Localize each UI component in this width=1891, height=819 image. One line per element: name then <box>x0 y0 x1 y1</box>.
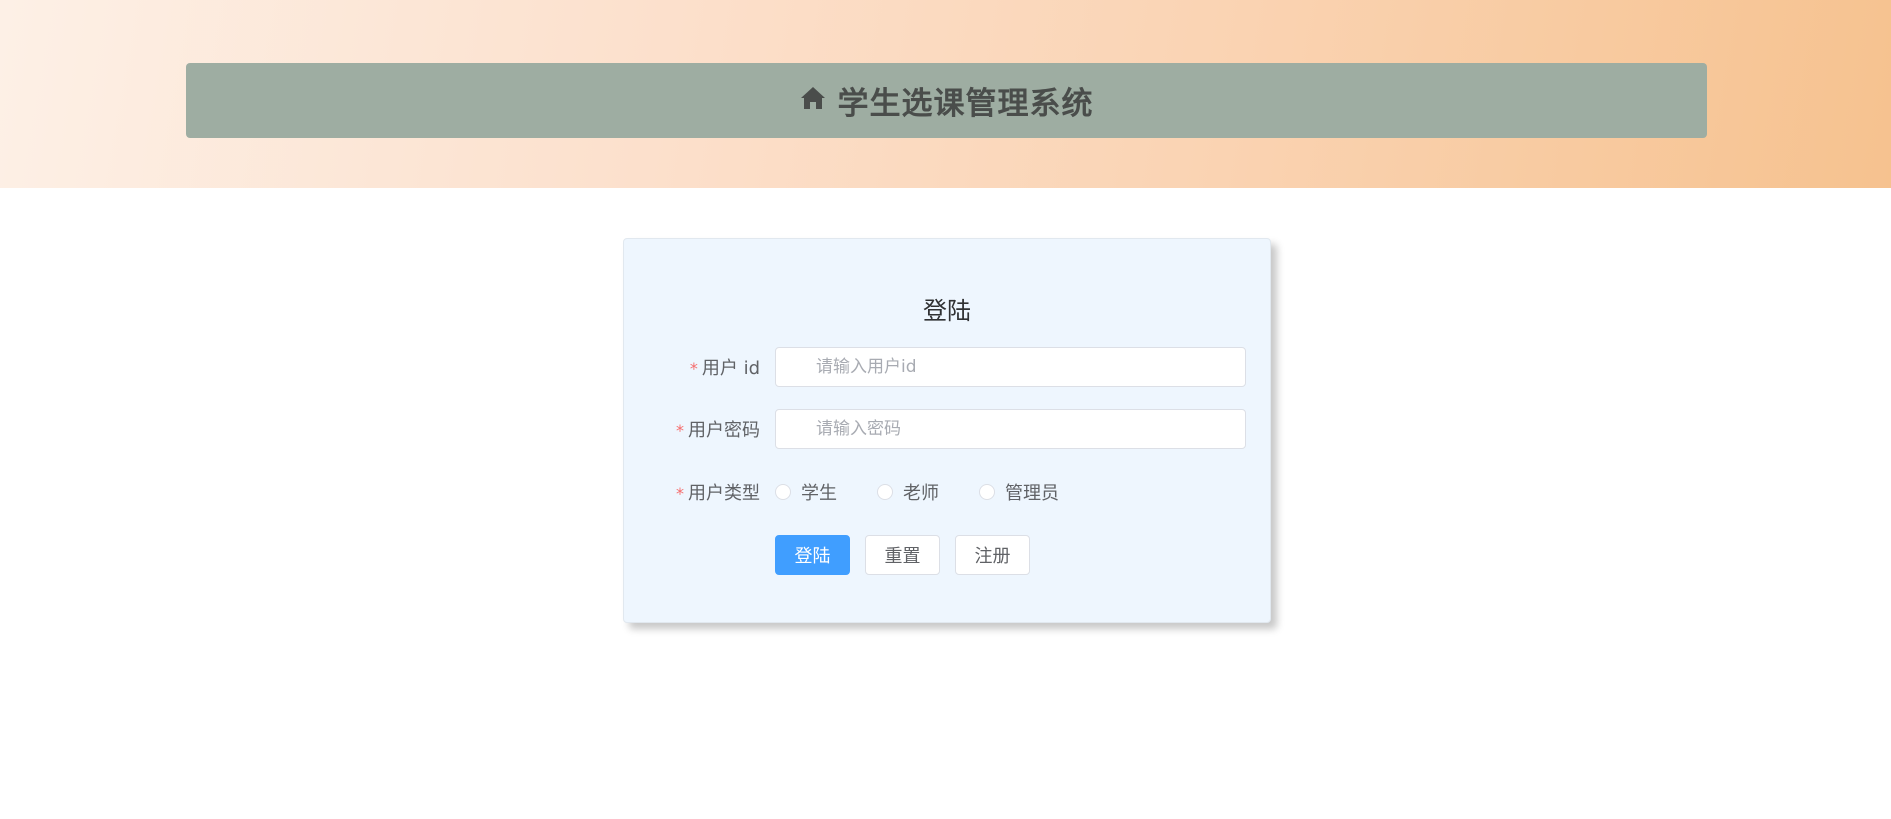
radio-admin[interactable]: 管理员 <box>979 479 1059 505</box>
user-id-label-text: 用户 id <box>701 358 760 379</box>
password-label: * 用户密码 <box>624 416 775 442</box>
user-id-label: * 用户 id <box>624 354 775 380</box>
user-type-row: * 用户类型 学生 老师 管理员 <box>624 472 1272 512</box>
radio-label-student: 学生 <box>801 483 837 504</box>
app-title: 学生选课管理系统 <box>837 86 1094 122</box>
radio-student[interactable]: 学生 <box>775 479 837 505</box>
radio-label-admin: 管理员 <box>1005 483 1059 504</box>
reset-button[interactable]: 重置 <box>865 535 940 575</box>
register-button[interactable]: 注册 <box>955 535 1030 575</box>
home-icon <box>800 85 826 111</box>
radio-circle-admin[interactable] <box>979 484 995 500</box>
login-title: 登陆 <box>923 297 971 325</box>
login-button[interactable]: 登陆 <box>775 535 850 575</box>
password-label-text: 用户密码 <box>688 420 760 441</box>
header-band: 学生选课管理系统 <box>0 0 1891 188</box>
user-type-label-text: 用户类型 <box>688 483 760 504</box>
required-mark: * <box>689 359 698 378</box>
radio-circle-student[interactable] <box>775 484 791 500</box>
user-type-label: * 用户类型 <box>624 479 775 505</box>
radio-label-teacher: 老师 <box>903 483 939 504</box>
button-row: 登陆 重置 注册 <box>775 535 1030 575</box>
radio-teacher[interactable]: 老师 <box>877 479 939 505</box>
user-id-input[interactable] <box>775 347 1246 387</box>
user-type-radio-group: 学生 老师 管理员 <box>775 479 1099 505</box>
required-mark: * <box>676 484 684 503</box>
user-id-row: * 用户 id <box>624 347 1272 387</box>
login-card: 登陆 *用户 id *用户密码 *用户类型 学生 老师 <box>623 238 1271 623</box>
required-mark: * <box>676 421 684 440</box>
radio-circle-teacher[interactable] <box>877 484 893 500</box>
password-row: * 用户密码 <box>624 409 1272 449</box>
password-input[interactable] <box>775 409 1246 449</box>
title-bar: 学生选课管理系统 <box>186 63 1707 138</box>
